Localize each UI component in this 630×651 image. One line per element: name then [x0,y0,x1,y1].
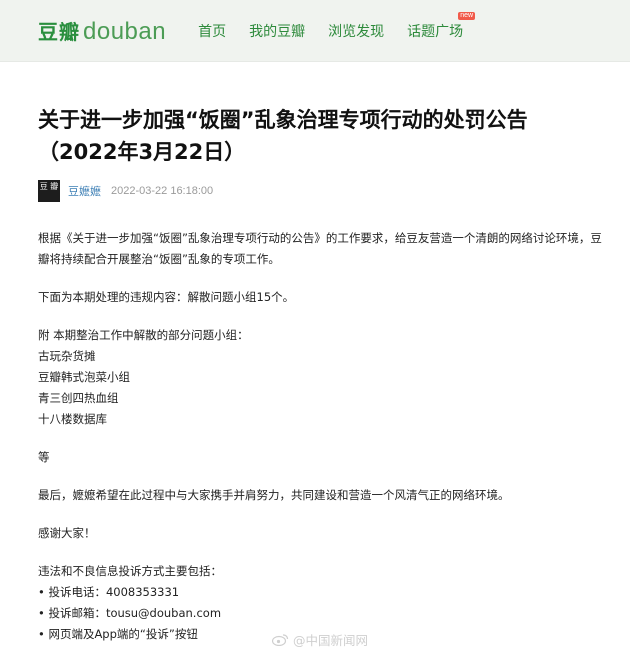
author-avatar[interactable]: 豆 瓣 [38,180,60,202]
nav-item-topic-square[interactable]: 话题广场 new [407,11,476,41]
report-item-email: • 投诉邮箱：tousu@douban.com [38,606,222,620]
logo-chinese-text: 豆瓣 [38,19,80,44]
thanks-text: 感谢大家！ [38,526,96,540]
group-list-item: 十八楼数据库 [38,412,107,426]
source-watermark: @中国新闻网 [272,630,368,649]
main-nav: 首页 我的豆瓣 浏览发现 话题广场 new [198,11,486,41]
douban-logo[interactable]: 豆瓣 douban [38,16,166,46]
group-list-intro: 附 本期整治工作中解散的部分问题小组： [38,328,249,342]
group-list-item: 豆瓣韩式泡菜小组 [38,370,130,384]
article-meta: 豆 瓣 豆嬷嬷 2022-03-22 16:18:00 [38,180,592,202]
paragraph-summary: 下面为本期处理的违规内容：解散问题小组15个。 [38,290,295,304]
nav-item-topic-square-label: 话题广场 [407,23,464,40]
nav-item-browse[interactable]: 浏览发现 [328,21,384,41]
article-container: 关于进一步加强“饭圈”乱象治理专项行动的处罚公告（2022年3月22日） 豆 瓣… [0,104,630,645]
nav-item-home[interactable]: 首页 [198,21,226,41]
etc-text: 等 [38,450,50,464]
logo-english-text: douban [83,17,167,45]
paragraph-closing: 最后，嬷嬷希望在此过程中与大家携手并肩努力，共同建设和营造一个风清气正的网络环境… [38,488,510,502]
nav-item-my-douban[interactable]: 我的豆瓣 [249,21,305,41]
publish-time: 2022-03-22 16:18:00 [111,185,214,197]
report-intro: 违法和不良信息投诉方式主要包括： [38,564,222,578]
article-body: 根据《关于进一步加强“饭圈”乱象治理专项行动的公告》的工作要求，给豆友营造一个清… [38,228,613,645]
new-badge: new [458,11,476,20]
watermark-text: @中国新闻网 [293,633,369,648]
report-item-phone: • 投诉电话：4008353331 [38,585,180,599]
group-list-item: 青三创四热血组 [38,391,119,405]
author-name-link[interactable]: 豆嬷嬷 [68,183,101,199]
article-title: 关于进一步加强“饭圈”乱象治理专项行动的处罚公告（2022年3月22日） [38,108,528,164]
paragraph-intro: 根据《关于进一步加强“饭圈”乱象治理专项行动的公告》的工作要求，给豆友营造一个清… [38,231,602,266]
weibo-icon [272,634,289,646]
top-navigation-bar: 豆瓣 douban 首页 我的豆瓣 浏览发现 话题广场 new [0,0,630,62]
group-list-item: 古玩杂货摊 [38,349,96,363]
